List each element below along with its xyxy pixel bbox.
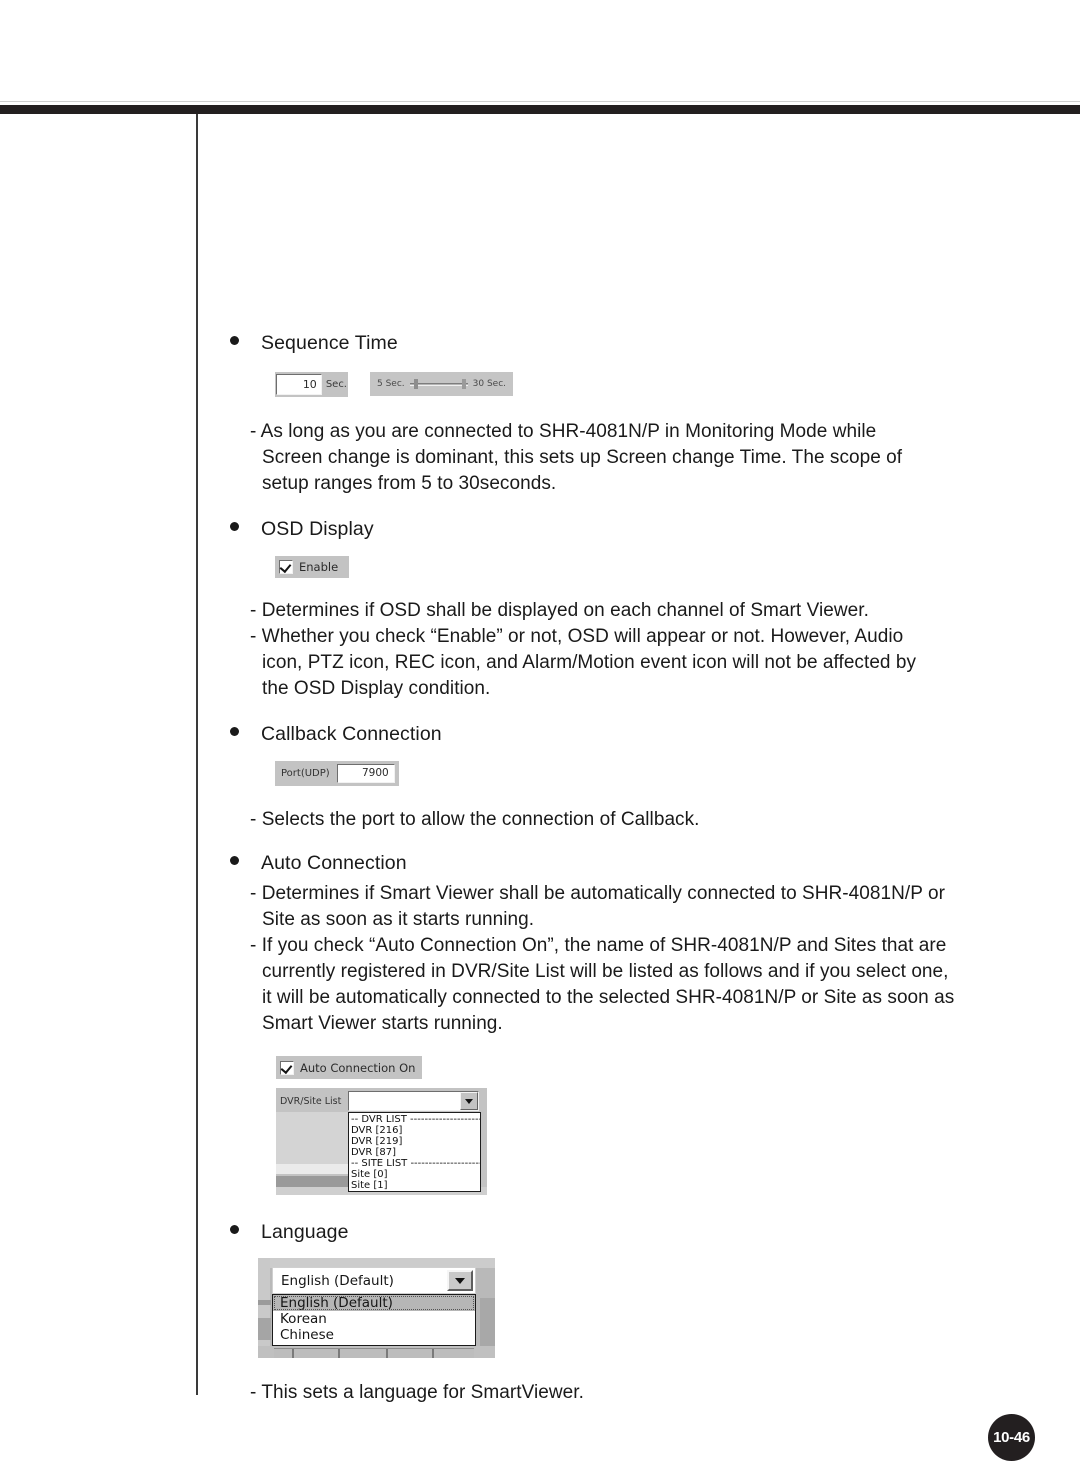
slider-track-line xyxy=(409,383,468,386)
panel-shade xyxy=(258,1258,270,1358)
chevron-down-icon[interactable] xyxy=(447,1270,473,1291)
dvr-site-list-combo[interactable] xyxy=(348,1091,479,1111)
paragraph-auto-1: - Determines if Smart Viewer shall be au… xyxy=(250,883,945,930)
panel-tick xyxy=(292,1349,294,1358)
heading-label: OSD Display xyxy=(261,518,374,540)
list-item[interactable]: DVR [87] xyxy=(349,1147,480,1158)
list-item[interactable]: Site [1] xyxy=(349,1180,480,1191)
paragraph-sequence-time: - As long as you are connected to SHR-40… xyxy=(250,421,903,494)
panel-shade xyxy=(258,1318,271,1340)
paragraph-auto-2: - If you check “Auto Connection On”, the… xyxy=(250,935,955,1034)
left-margin-rule xyxy=(196,114,198,1395)
panel-shade xyxy=(480,1298,495,1346)
paragraph-osd-1: - Determines if OSD shall be displayed o… xyxy=(250,600,869,621)
list-item[interactable]: English (Default) xyxy=(273,1295,475,1311)
checkmark-icon[interactable] xyxy=(280,1060,294,1075)
paragraph-callback: - Selects the port to allow the connecti… xyxy=(250,809,700,830)
language-selected-value[interactable]: English (Default) xyxy=(273,1268,445,1293)
panel-tick xyxy=(432,1349,434,1358)
osd-enable-checkbox[interactable]: Enable xyxy=(275,556,349,578)
dvr-site-list-value[interactable] xyxy=(349,1092,460,1110)
callback-port-widget: Port(UDP) 7900 xyxy=(275,761,1030,786)
sequence-time-slider[interactable]: 5 Sec. 30 Sec. xyxy=(370,372,513,396)
header-hairline xyxy=(0,101,1080,102)
page-number-badge: 10-46 xyxy=(988,1414,1035,1461)
checkbox-label: Auto Connection On xyxy=(300,1060,416,1075)
auto-connection-widget: Auto Connection On DVR/Site List -- DVR … xyxy=(276,1056,1030,1195)
paragraph-osd-2: - Whether you check “Enable” or not, OSD… xyxy=(250,626,917,699)
checkbox-label: Enable xyxy=(299,560,339,574)
section-heading-sequence-time: Sequence Time xyxy=(230,332,1030,355)
panel-tick xyxy=(338,1349,340,1358)
section-heading-language: Language xyxy=(230,1221,1030,1244)
sequence-time-value[interactable]: 10 xyxy=(276,374,322,395)
panel-shade xyxy=(276,1176,348,1187)
slider-track[interactable] xyxy=(409,379,468,389)
paragraph-language: - This sets a language for SmartViewer. xyxy=(250,1382,584,1403)
page-content: Sequence Time 10 Sec. 5 Sec. 30 Sec. - A… xyxy=(230,130,1030,1406)
sequence-time-unit: Sec. xyxy=(325,379,347,390)
dvr-site-list-dropdown[interactable]: -- DVR LIST ---------------------- DVR [… xyxy=(348,1112,481,1192)
slider-min-label: 5 Sec. xyxy=(377,379,405,389)
dvr-site-list-label: DVR/Site List xyxy=(280,1095,342,1107)
heading-label: Sequence Time xyxy=(261,332,398,354)
bullet-icon xyxy=(230,856,239,865)
panel-tick xyxy=(386,1349,388,1358)
heading-label: Auto Connection xyxy=(261,852,407,874)
section-heading-auto-connection: Auto Connection xyxy=(230,852,1030,875)
language-dropdown[interactable]: English (Default) Korean Chinese xyxy=(272,1294,476,1346)
list-item[interactable]: -- DVR LIST ---------------------- xyxy=(349,1114,480,1125)
osd-enable-widget: Enable xyxy=(275,556,1030,578)
list-item[interactable]: DVR [216] xyxy=(349,1125,480,1136)
list-item[interactable]: Chinese xyxy=(273,1327,475,1343)
list-item[interactable]: -- SITE LIST ---------------------- xyxy=(349,1158,480,1169)
sequence-time-spinner[interactable]: 10 Sec. xyxy=(275,372,348,397)
port-input[interactable]: 7900 xyxy=(336,764,395,783)
list-item[interactable]: Site [0] xyxy=(349,1169,480,1180)
slider-max-label: 30 Sec. xyxy=(472,379,506,389)
section-heading-callback-connection: Callback Connection xyxy=(230,723,1030,746)
list-item[interactable]: DVR [219] xyxy=(349,1136,480,1147)
panel-shade xyxy=(276,1112,348,1164)
port-label: Port(UDP) xyxy=(281,768,330,779)
auto-connection-checkbox[interactable]: Auto Connection On xyxy=(276,1056,423,1079)
heading-label: Callback Connection xyxy=(261,723,442,745)
language-widget: English (Default) English (Default) Kore… xyxy=(258,1258,495,1358)
bullet-icon xyxy=(230,336,239,345)
chevron-down-glyph xyxy=(455,1277,465,1284)
list-item[interactable]: Korean xyxy=(273,1311,475,1327)
sequence-time-widget: 10 Sec. 5 Sec. 30 Sec. xyxy=(275,372,1030,397)
section-heading-osd-display: OSD Display xyxy=(230,518,1030,541)
checkmark-icon[interactable] xyxy=(279,560,293,574)
panel-shade xyxy=(258,1300,271,1305)
header-rule xyxy=(0,105,1080,114)
bullet-icon xyxy=(230,727,239,736)
slider-thumb[interactable] xyxy=(413,379,418,389)
panel-shade xyxy=(274,1348,474,1358)
language-combo[interactable]: English (Default) xyxy=(272,1267,476,1294)
panel-shade xyxy=(276,1164,348,1174)
bullet-icon xyxy=(230,522,239,531)
heading-label: Language xyxy=(261,1221,349,1243)
dvr-site-list-row: DVR/Site List xyxy=(276,1088,487,1111)
port-row: Port(UDP) 7900 xyxy=(275,761,399,786)
chevron-down-glyph xyxy=(465,1098,473,1104)
bullet-icon xyxy=(230,1225,239,1234)
slider-end-marker xyxy=(461,379,466,389)
dvr-site-list-panel: DVR/Site List -- DVR LIST --------------… xyxy=(276,1088,487,1195)
chevron-down-icon[interactable] xyxy=(460,1092,478,1110)
